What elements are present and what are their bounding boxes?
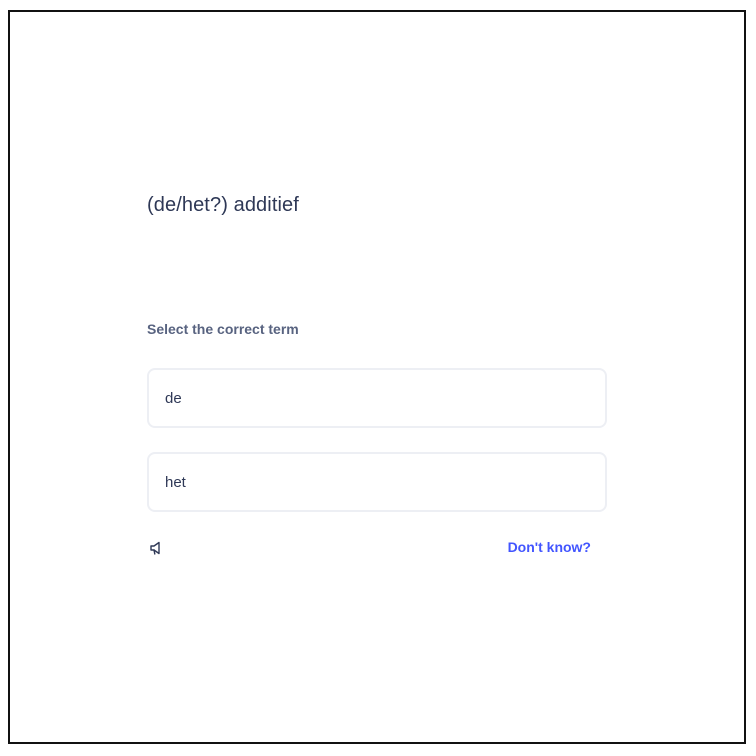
answer-option-label: het (165, 473, 186, 491)
speaker-icon[interactable] (148, 540, 164, 556)
question-term: (de/het?) additief (147, 194, 299, 216)
answer-option-het[interactable]: het (147, 452, 607, 512)
dont-know-button[interactable]: Don't know? (508, 539, 591, 555)
card-footer: Don't know? (147, 538, 593, 560)
answer-option-label: de (165, 389, 182, 407)
question-prompt: Select the correct term (147, 321, 299, 337)
answer-option-de[interactable]: de (147, 368, 607, 428)
